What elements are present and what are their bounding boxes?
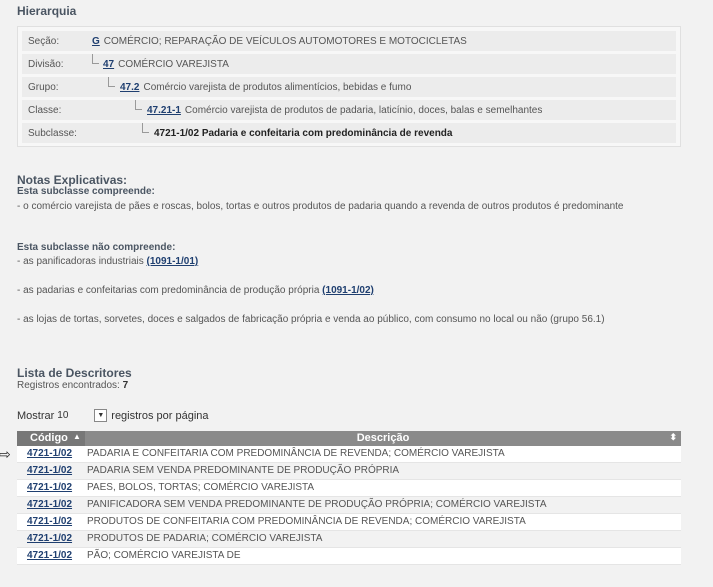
select-dropdown-icon[interactable]: ▼: [94, 409, 108, 422]
table-row: 4721-1/02 PRODUTOS DE PADARIA; COMÉRCIO …: [17, 531, 681, 548]
row-description: PAES, BOLOS, TORTAS; COMÉRCIO VAREJISTA: [87, 482, 315, 493]
nao-compreende-title: Esta subclasse não compreende:: [17, 242, 176, 253]
hier-value: 47.21-1 Comércio varejista de produtos de…: [147, 105, 542, 116]
note-link[interactable]: (1091-1/02): [322, 285, 374, 296]
tree-connector: [92, 54, 99, 64]
hier-value: G COMÉRCIO; REPARAÇÃO DE VEÍCULOS AUTOMOT…: [92, 36, 467, 47]
hierarquia-panel: Seção: G COMÉRCIO; REPARAÇÃO DE VEÍCULOS …: [17, 26, 681, 147]
page-length-control: Mostrar 10 ▼ registros por página: [17, 409, 209, 422]
registros-count: Registros encontrados: 7: [17, 380, 128, 391]
hier-label: Grupo:: [28, 82, 59, 93]
sort-both-icon: ⬍: [669, 432, 677, 442]
tree-connector: [142, 123, 149, 133]
hier-value: 47.2 Comércio varejista de produtos alime…: [120, 82, 411, 93]
col-codigo-label: Código: [30, 432, 68, 444]
descritores-title: Lista de Descritores: [17, 366, 132, 380]
note-link[interactable]: (1091-1/01): [147, 256, 199, 267]
table-row: 4721-1/02 PANIFICADORA SEM VENDA PREDOMI…: [17, 497, 681, 514]
note-text: - as lojas de tortas, sorvetes, doces e …: [17, 314, 605, 325]
col-descricao-label: Descrição: [356, 432, 410, 444]
row-code-link[interactable]: 4721-1/02: [27, 448, 72, 459]
col-header-descricao[interactable]: Descrição ⬍: [85, 431, 681, 446]
show-label: Mostrar: [17, 409, 55, 422]
row-description: PANIFICADORA SEM VENDA PREDOMINANTE DE P…: [87, 499, 547, 510]
page-length-select[interactable]: 10: [57, 409, 91, 422]
hier-row-subclasse: Subclasse: 4721-1/02 Padaria e confeitar…: [22, 123, 676, 144]
hier-value: 47 COMÉRCIO VAREJISTA: [103, 59, 229, 70]
count-value: 7: [122, 380, 129, 391]
hier-text: COMÉRCIO VAREJISTA: [118, 59, 229, 70]
tree-connector: [108, 77, 115, 87]
hier-row-classe: Classe: 47.21-1 Comércio varejista de pro…: [22, 100, 676, 121]
hier-label: Classe:: [28, 105, 62, 116]
row-code-link[interactable]: 4721-1/02: [27, 550, 72, 561]
hier-code-link[interactable]: 47: [103, 59, 114, 70]
show-suffix: registros por página: [111, 409, 209, 422]
note-text: - as panificadoras industriais: [17, 256, 147, 267]
table-row: 4721-1/02 PAES, BOLOS, TORTAS; COMÉRCIO …: [17, 480, 681, 497]
subclasse-title: 4721-1/02 Padaria e confeitaria com pred…: [154, 128, 453, 139]
hier-code-link[interactable]: 47.21-1: [147, 105, 181, 116]
page-length-value: 10: [57, 410, 69, 421]
count-label: Registros encontrados:: [17, 380, 123, 391]
nao-compreende-item: - as lojas de tortas, sorvetes, doces e …: [17, 314, 605, 325]
compreende-title: Esta subclasse compreende:: [17, 186, 155, 197]
hier-code-link[interactable]: 47.2: [120, 82, 139, 93]
table-header: Código ▲ Descrição ⬍: [17, 431, 681, 446]
row-description: PRODUTOS DE PADARIA; COMÉRCIO VAREJISTA: [87, 533, 323, 544]
hier-row-divisao: Divisão: 47 COMÉRCIO VAREJISTA: [22, 54, 676, 75]
hier-label: Divisão:: [28, 59, 64, 70]
row-description: PADARIA SEM VENDA PREDOMINANTE DE PRODUÇ…: [87, 465, 400, 476]
compreende-text: - o comércio varejista de pães e roscas,…: [17, 201, 624, 212]
row-description: PRODUTOS DE CONFEITARIA COM PREDOMINÂNCI…: [87, 516, 526, 527]
row-code-link[interactable]: 4721-1/02: [27, 465, 72, 476]
table-row: ⇨ 4721-1/02 PADARIA E CONFEITARIA COM PR…: [0, 446, 681, 463]
nao-compreende-item: - as padarias e confeitarias com predomi…: [17, 285, 374, 296]
note-text: - as padarias e confeitarias com predomi…: [17, 285, 323, 296]
notas-title: Notas Explicativas:: [17, 173, 128, 187]
hierarquia-title: Hierarquia: [17, 4, 77, 18]
row-code-link[interactable]: 4721-1/02: [27, 516, 72, 527]
hier-text: COMÉRCIO; REPARAÇÃO DE VEÍCULOS AUTOMOTO…: [103, 36, 467, 47]
col-header-codigo[interactable]: Código ▲: [17, 431, 85, 446]
hier-code-link[interactable]: G: [92, 36, 100, 47]
row-code-link[interactable]: 4721-1/02: [27, 533, 72, 544]
table-row: 4721-1/02 PÃO; COMÉRCIO VAREJISTA DE: [17, 548, 681, 565]
tree-connector: [135, 100, 142, 110]
row-code-link[interactable]: 4721-1/02: [27, 482, 72, 493]
row-description: PÃO; COMÉRCIO VAREJISTA DE: [87, 550, 241, 561]
hier-row-secao: Seção: G COMÉRCIO; REPARAÇÃO DE VEÍCULOS …: [22, 31, 676, 52]
hier-label: Seção:: [28, 36, 60, 47]
row-code-link[interactable]: 4721-1/02: [27, 499, 72, 510]
row-description: PADARIA E CONFEITARIA COM PREDOMINÂNCIA …: [87, 448, 505, 459]
nao-compreende-item: - as panificadoras industriais (1091-1/0…: [17, 256, 198, 267]
hier-text: Comércio varejista de produtos de padari…: [184, 105, 543, 116]
sort-asc-icon: ▲: [73, 432, 81, 441]
hier-row-grupo: Grupo: 47.2 Comércio varejista de produto…: [22, 77, 676, 98]
hier-value: 4721-1/02 Padaria e confeitaria com pred…: [154, 128, 452, 139]
arrow-pointer-icon: ⇨: [0, 446, 11, 462]
table-row: 4721-1/02 PADARIA SEM VENDA PREDOMINANTE…: [17, 463, 681, 480]
hier-text: Comércio varejista de produtos alimentíc…: [143, 82, 412, 93]
hier-label: Subclasse:: [28, 128, 77, 139]
descritores-table: Código ▲ Descrição ⬍ ⇨ 4721-1/02 PADARIA…: [0, 431, 681, 565]
table-row: 4721-1/02 PRODUTOS DE CONFEITARIA COM PR…: [17, 514, 681, 531]
